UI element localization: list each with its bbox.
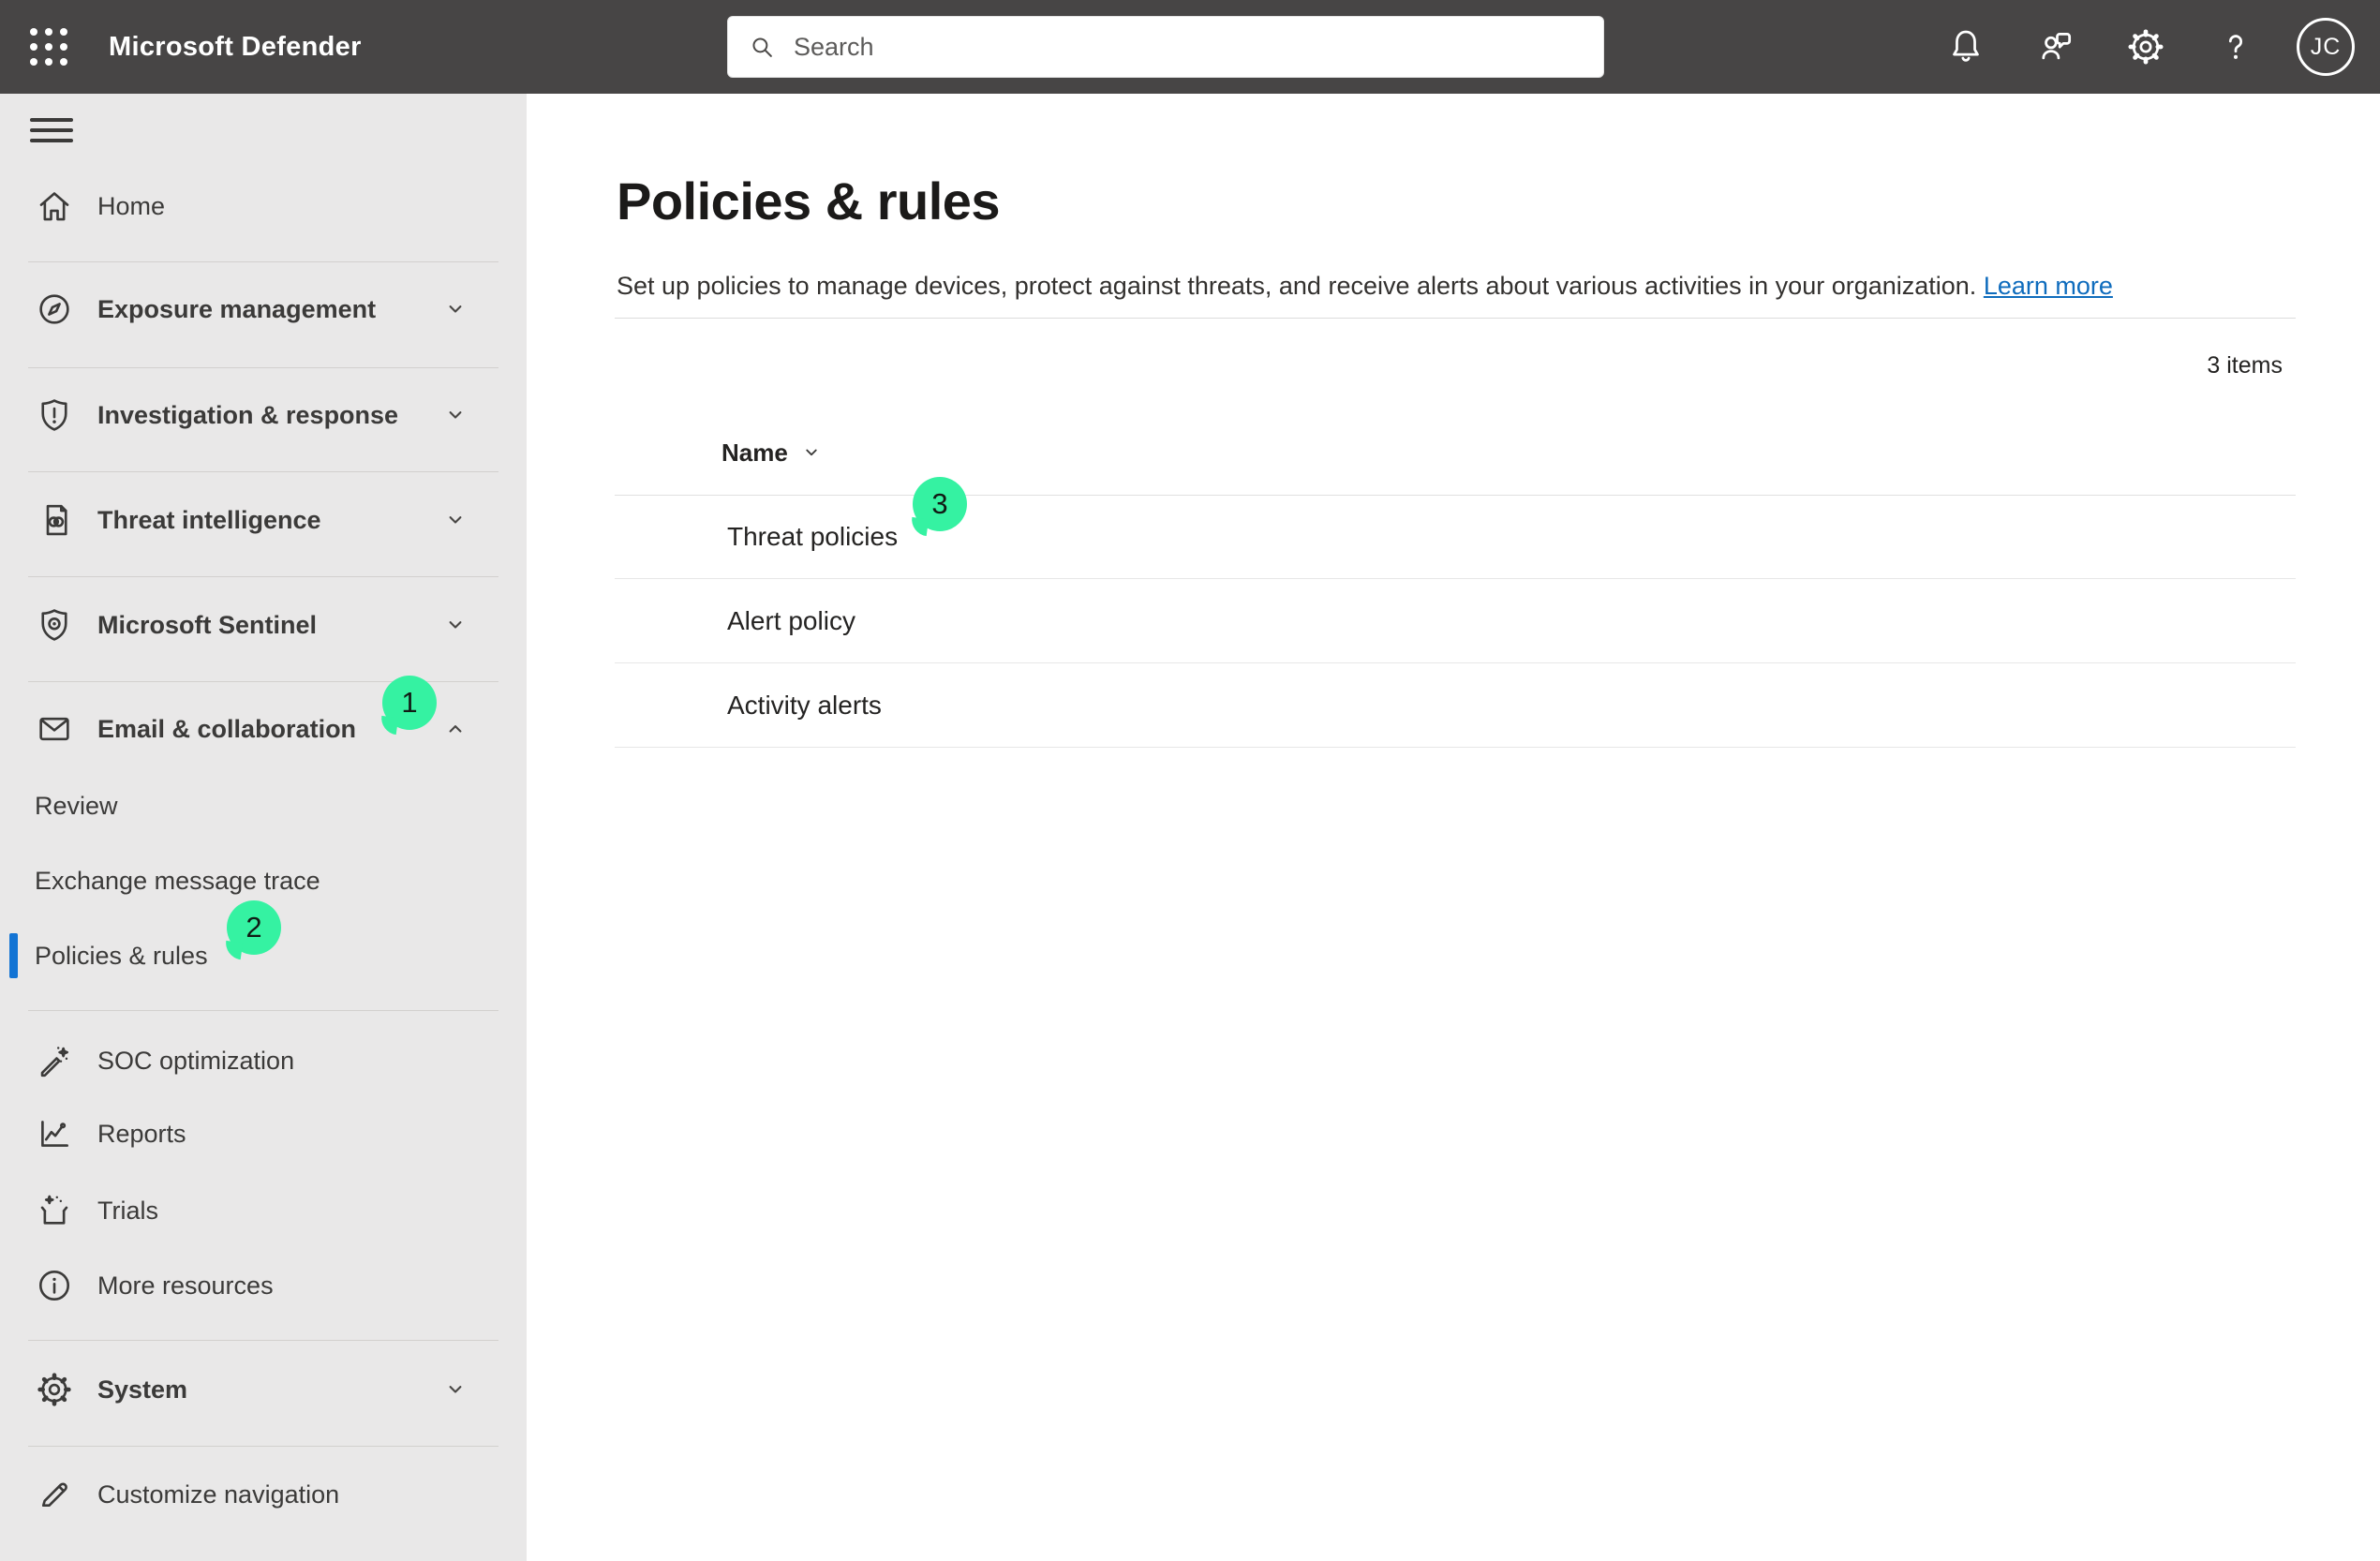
- table-row-activity-alerts[interactable]: Activity alerts: [615, 663, 2296, 748]
- bell-icon: [1945, 26, 1986, 67]
- sidebar-item-reports[interactable]: Reports: [0, 1096, 527, 1171]
- divider: [28, 471, 498, 472]
- sidebar-item-review[interactable]: Review: [0, 768, 527, 843]
- left-navigation: Home Exposure management Investigation &…: [0, 94, 527, 1561]
- chevron-down-icon: [435, 504, 476, 536]
- trial-box-sparkle-icon: [34, 1191, 75, 1230]
- gear-icon: [34, 1370, 75, 1409]
- app-title: Microsoft Defender: [109, 0, 362, 94]
- avatar: JC: [2297, 18, 2355, 76]
- info-circle-icon: [34, 1266, 75, 1305]
- app-launcher-icon: [30, 28, 67, 66]
- line-chart-icon: [34, 1114, 75, 1153]
- envelope-icon: [34, 709, 75, 749]
- divider: [615, 318, 2296, 319]
- chevron-up-icon: [435, 713, 476, 745]
- shield-alert-icon: [34, 395, 75, 435]
- sidebar-item-more-resources[interactable]: More resources: [0, 1248, 527, 1323]
- sidebar-item-investigation-response[interactable]: Investigation & response: [0, 378, 527, 453]
- sidebar-item-threat-intelligence[interactable]: Threat intelligence: [0, 483, 527, 558]
- table-row-alert-policy[interactable]: Alert policy: [615, 579, 2296, 663]
- top-app-bar: Microsoft Defender JC: [0, 0, 2380, 94]
- annotation-badge-1: 1: [382, 676, 437, 730]
- search-icon: [747, 32, 777, 62]
- top-actions: JC: [1921, 0, 2371, 94]
- learn-more-link[interactable]: Learn more: [1984, 272, 2113, 300]
- chevron-down-icon: [435, 399, 476, 431]
- sidebar-item-email-collaboration[interactable]: Email & collaboration: [0, 691, 527, 766]
- settings-button[interactable]: [2101, 0, 2191, 94]
- sort-chevron-icon: [797, 439, 826, 467]
- sidebar-item-home[interactable]: Home: [0, 169, 527, 244]
- app-launcher-button[interactable]: [7, 0, 90, 94]
- sidebar-item-customize-navigation[interactable]: Customize navigation: [0, 1457, 527, 1532]
- page-title: Policies & rules: [617, 171, 1000, 231]
- sidebar-item-trials[interactable]: Trials: [0, 1173, 527, 1248]
- pencil-icon: [34, 1475, 75, 1514]
- table-row-threat-policies[interactable]: Threat policies: [615, 495, 2296, 579]
- sentinel-shield-icon: [34, 605, 75, 645]
- collapse-nav-button[interactable]: [30, 118, 73, 142]
- sidebar-item-soc-optimization[interactable]: SOC optimization: [0, 1023, 527, 1098]
- question-mark-icon: [2215, 26, 2256, 67]
- chevron-down-icon: [435, 293, 476, 325]
- home-icon: [34, 186, 75, 226]
- divider: [28, 261, 498, 262]
- divider: [28, 1340, 498, 1341]
- magic-wand-icon: [34, 1041, 75, 1080]
- page-description: Set up policies to manage devices, prote…: [617, 270, 2113, 302]
- items-count: 3 items: [2207, 351, 2283, 379]
- compass-icon: [34, 290, 75, 329]
- help-button[interactable]: [2191, 0, 2281, 94]
- person-feedback-icon: [2035, 26, 2076, 67]
- annotation-badge-3: 3: [913, 477, 967, 531]
- account-button[interactable]: JC: [2281, 0, 2371, 94]
- chevron-down-icon: [435, 609, 476, 641]
- main-content: Policies & rules Set up policies to mana…: [527, 94, 2380, 1561]
- divider: [28, 1446, 498, 1447]
- column-header-name[interactable]: Name: [721, 438, 826, 468]
- divider: [28, 576, 498, 577]
- sidebar-item-system[interactable]: System: [0, 1352, 527, 1427]
- feedback-button[interactable]: [2011, 0, 2101, 94]
- intel-document-icon: [34, 500, 75, 540]
- notifications-button[interactable]: [1921, 0, 2011, 94]
- search-input[interactable]: [794, 33, 1584, 62]
- chevron-down-icon: [435, 1374, 476, 1405]
- sidebar-item-microsoft-sentinel[interactable]: Microsoft Sentinel: [0, 587, 527, 662]
- divider: [28, 1010, 498, 1011]
- divider: [28, 367, 498, 368]
- gear-icon: [2125, 26, 2166, 67]
- annotation-badge-2: 2: [227, 900, 281, 955]
- policy-table: Threat policies Alert policy Activity al…: [615, 495, 2296, 748]
- global-search[interactable]: [727, 16, 1604, 78]
- sidebar-item-exposure-management[interactable]: Exposure management: [0, 272, 527, 347]
